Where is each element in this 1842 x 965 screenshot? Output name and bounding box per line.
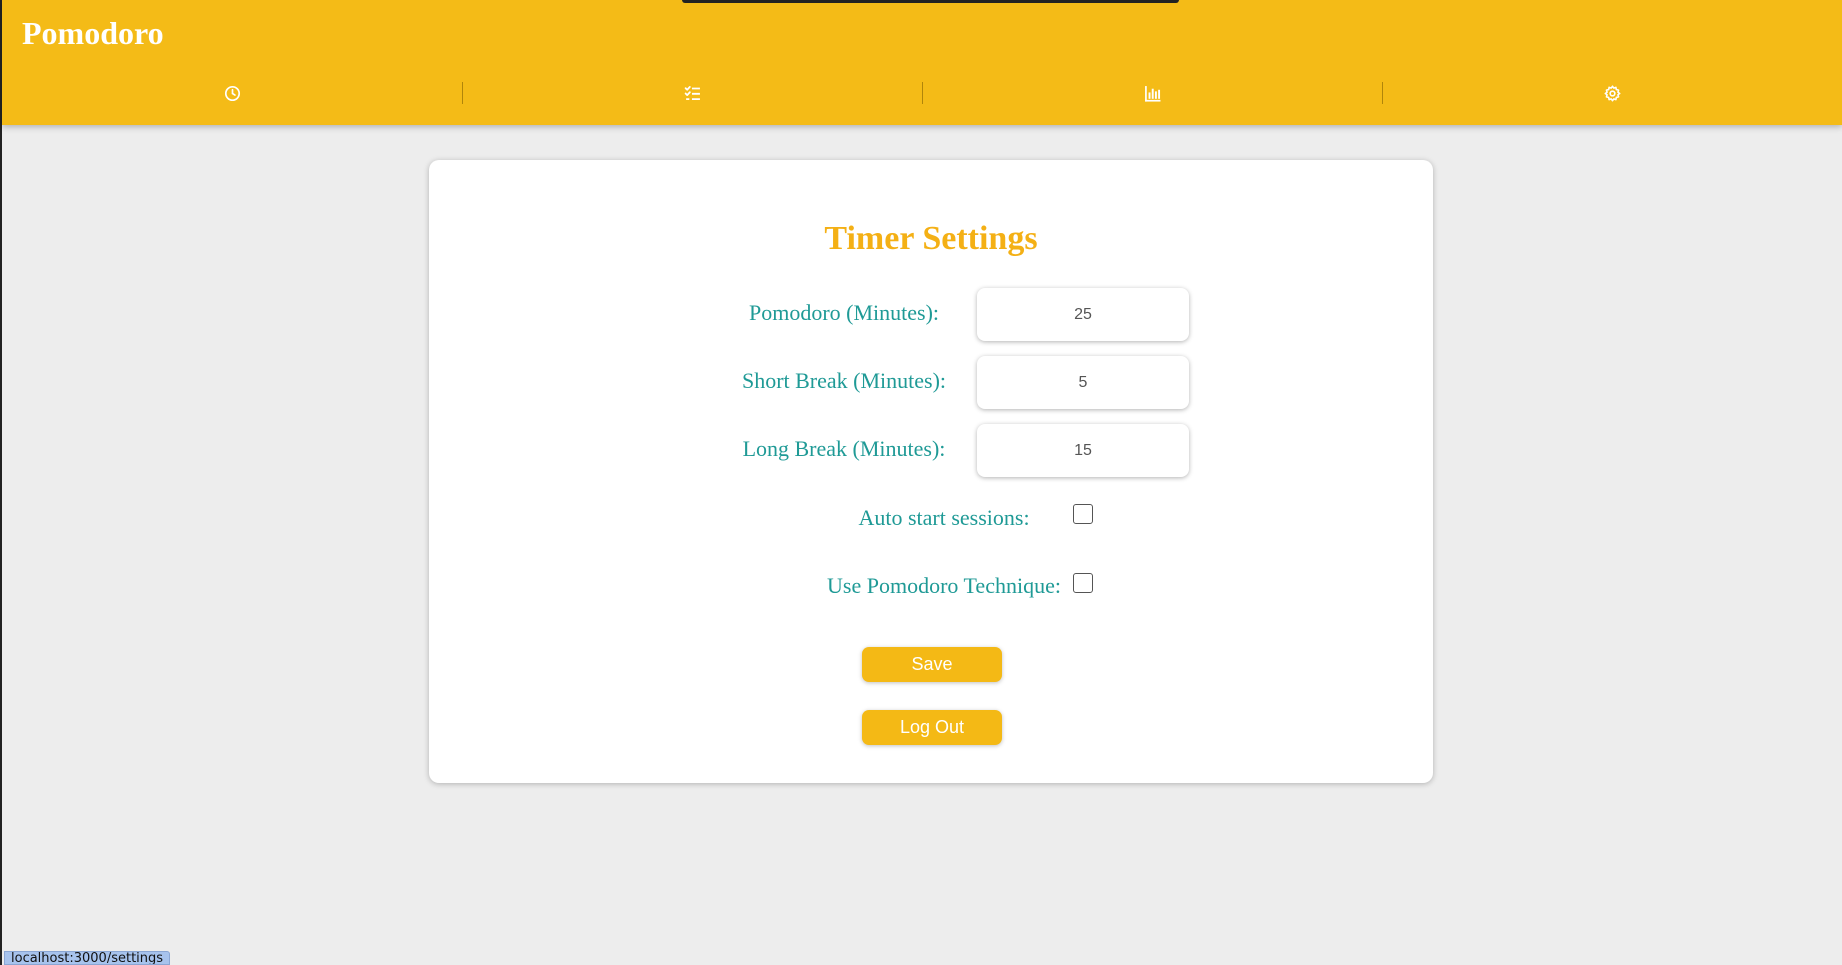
nav-item-settings[interactable] [1382, 78, 1842, 108]
nav-bar [2, 78, 1842, 108]
app-header: Pomodoro [2, 0, 1842, 125]
checklist-icon [684, 85, 700, 100]
use-technique-label: Use Pomodoro Technique: [827, 573, 1061, 598]
long-break-label: Long Break (Minutes): [742, 436, 946, 461]
settings-card: Timer Settings Pomodoro (Minutes): Short… [429, 160, 1433, 783]
bar-chart-icon [1144, 85, 1160, 102]
save-button[interactable]: Save [862, 647, 1002, 682]
long-break-minutes-input[interactable] [977, 424, 1189, 477]
clock-icon [224, 85, 240, 101]
page: Pomodoro Timer Settings Pomodoro (Minute… [0, 0, 1842, 965]
app-title: Pomodoro [22, 15, 164, 51]
use-technique-checkbox[interactable] [1073, 573, 1093, 593]
nav-item-stats[interactable] [922, 78, 1382, 108]
settings-title: Timer Settings [824, 220, 1038, 257]
short-break-label: Short Break (Minutes): [741, 368, 947, 393]
pomodoro-label: Pomodoro (Minutes): [748, 300, 940, 325]
short-break-minutes-input[interactable] [977, 356, 1189, 409]
nav-item-tasks[interactable] [462, 78, 922, 108]
logout-button[interactable]: Log Out [862, 710, 1002, 745]
window-notch [682, 0, 1179, 3]
gear-icon [1603, 84, 1621, 102]
pomodoro-minutes-input[interactable] [977, 288, 1189, 341]
auto-start-label: Auto start sessions: [858, 505, 1030, 530]
nav-item-timer[interactable] [2, 78, 462, 108]
status-bar-url: localhost:3000/settings [4, 951, 171, 965]
auto-start-checkbox[interactable] [1073, 504, 1093, 524]
